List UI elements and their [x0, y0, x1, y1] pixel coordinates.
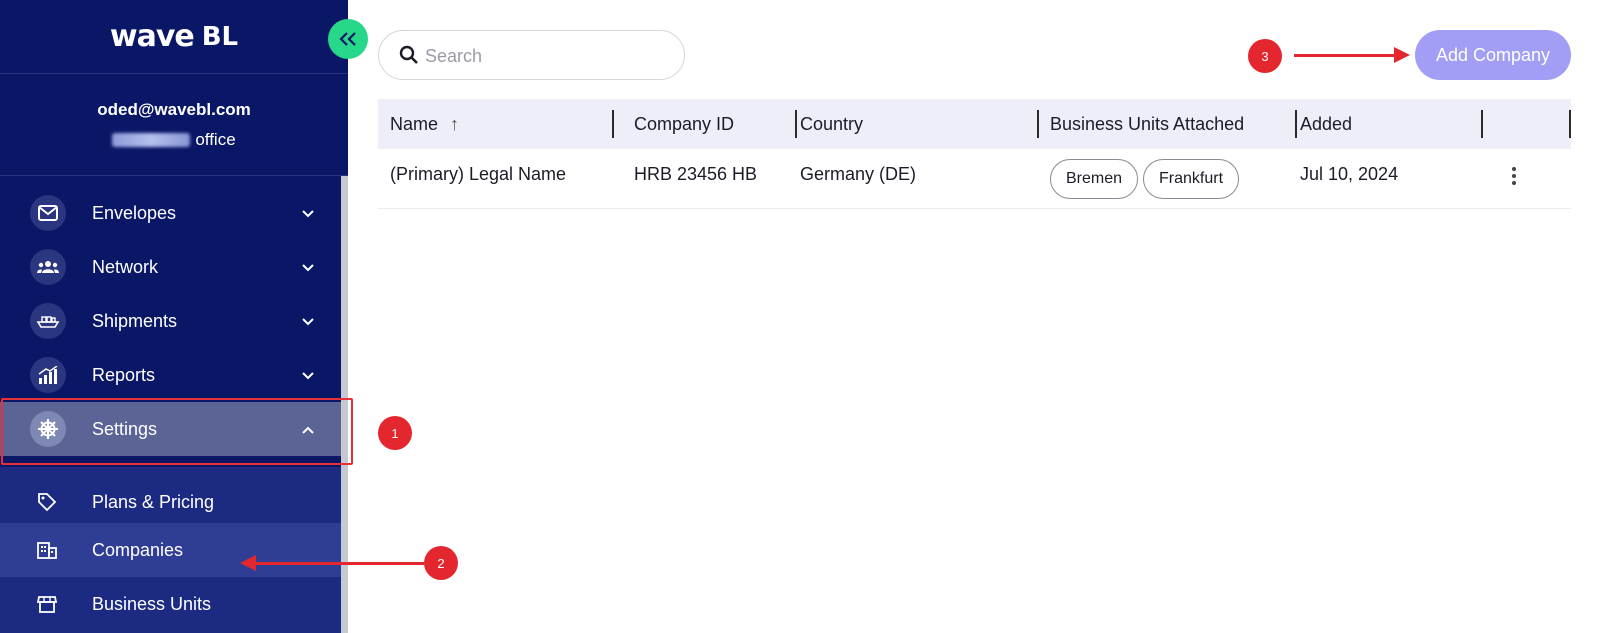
building-icon — [36, 539, 58, 561]
table-row[interactable]: (Primary) Legal Name HRB 23456 HB German… — [378, 149, 1571, 209]
collapse-sidebar-button[interactable] — [328, 19, 368, 59]
chevron-up-icon — [302, 421, 314, 437]
store-icon — [36, 593, 58, 615]
cell-company-id: HRB 23456 HB — [634, 163, 758, 184]
ship-icon — [30, 303, 66, 339]
cell-business-units: Bremen Frankfurt — [1050, 159, 1244, 199]
column-header-business-units[interactable]: Business Units Attached — [1050, 99, 1297, 149]
people-icon — [30, 249, 66, 285]
redacted-office-name — [112, 132, 191, 147]
column-divider[interactable] — [1037, 110, 1039, 138]
row-actions-menu-icon[interactable] — [1512, 167, 1516, 185]
chevron-down-icon — [302, 205, 314, 221]
cell-country: Germany (DE) — [800, 163, 917, 184]
sidebar-subitem-plans-pricing[interactable]: Plans & Pricing — [0, 475, 341, 529]
sidebar-subitem-companies[interactable]: Companies — [0, 523, 341, 577]
annotation-badge-2: 2 — [424, 546, 458, 580]
sidebar-item-settings[interactable]: Settings — [0, 402, 341, 456]
settings-submenu: Plans & Pricing Companies Business Units — [0, 467, 341, 633]
office-suffix: office — [195, 129, 236, 149]
annotation-arrow-3 — [1294, 47, 1410, 63]
column-header-name[interactable]: Name ↑ — [390, 99, 614, 149]
table-header: Name ↑ Company ID Country Business Units… — [378, 99, 1571, 149]
sidebar-item-reports[interactable]: Reports — [0, 348, 341, 402]
column-divider[interactable] — [612, 110, 614, 138]
column-header-country[interactable]: Country — [800, 99, 1039, 149]
sidebar-subitem-label: Companies — [92, 539, 184, 560]
sort-ascending-icon[interactable]: ↑ — [450, 114, 459, 135]
column-header-company-id[interactable]: Company ID — [634, 99, 797, 149]
sidebar: wave BL oded@wavebl.com office Envelopes… — [0, 0, 348, 633]
user-info: oded@wavebl.com office — [0, 74, 348, 176]
column-header-added[interactable]: Added — [1300, 99, 1483, 149]
business-unit-chip[interactable]: Frankfurt — [1143, 159, 1240, 199]
sidebar-subitem-business-units[interactable]: Business Units — [0, 577, 341, 631]
logo-text: wave — [109, 19, 195, 54]
annotation-arrow-2 — [240, 555, 424, 571]
column-label: Name — [390, 113, 439, 134]
cell-name: (Primary) Legal Name — [390, 163, 567, 184]
companies-table: Name ↑ Company ID Country Business Units… — [378, 99, 1571, 209]
column-divider[interactable] — [1481, 110, 1483, 138]
sidebar-item-envelopes[interactable]: Envelopes — [0, 186, 341, 240]
user-email: oded@wavebl.com — [97, 99, 251, 119]
column-divider — [1569, 110, 1571, 138]
sidebar-subitem-label: Plans & Pricing — [92, 491, 215, 512]
user-office: office — [112, 129, 236, 150]
business-unit-chip[interactable]: Bremen — [1050, 159, 1139, 199]
tag-icon — [36, 491, 58, 513]
column-label: Country — [800, 113, 864, 134]
logo-suffix: BL — [201, 21, 239, 52]
helm-icon — [30, 411, 66, 447]
search-field[interactable] — [378, 30, 685, 80]
column-label: Added — [1300, 113, 1353, 134]
sidebar-item-label: Reports — [92, 364, 156, 385]
sidebar-item-label: Envelopes — [92, 202, 177, 223]
add-company-button[interactable]: Add Company — [1415, 30, 1571, 80]
chart-icon — [30, 357, 66, 393]
sidebar-item-label: Settings — [92, 418, 158, 439]
search-icon — [399, 45, 419, 70]
sidebar-item-shipments[interactable]: Shipments — [0, 294, 341, 348]
annotation-badge-1: 1 — [378, 416, 412, 450]
sidebar-item-label: Shipments — [92, 310, 178, 331]
annotation-badge-3: 3 — [1248, 39, 1282, 73]
envelope-icon — [30, 195, 66, 231]
sidebar-item-label: Network — [92, 256, 159, 277]
column-divider[interactable] — [795, 110, 797, 138]
column-divider[interactable] — [1295, 110, 1297, 138]
double-chevron-left-icon — [339, 26, 357, 52]
search-input[interactable] — [425, 43, 665, 69]
sidebar-item-network[interactable]: Network — [0, 240, 341, 294]
chevron-down-icon — [302, 367, 314, 383]
column-label: Company ID — [634, 113, 735, 134]
chevron-down-icon — [302, 259, 314, 275]
column-label: Business Units Attached — [1050, 113, 1245, 134]
app-logo[interactable]: wave BL — [0, 0, 348, 74]
sidebar-subitem-label: Business Units — [92, 593, 212, 614]
chevron-down-icon — [302, 313, 314, 329]
cell-added: Jul 10, 2024 — [1300, 163, 1399, 184]
